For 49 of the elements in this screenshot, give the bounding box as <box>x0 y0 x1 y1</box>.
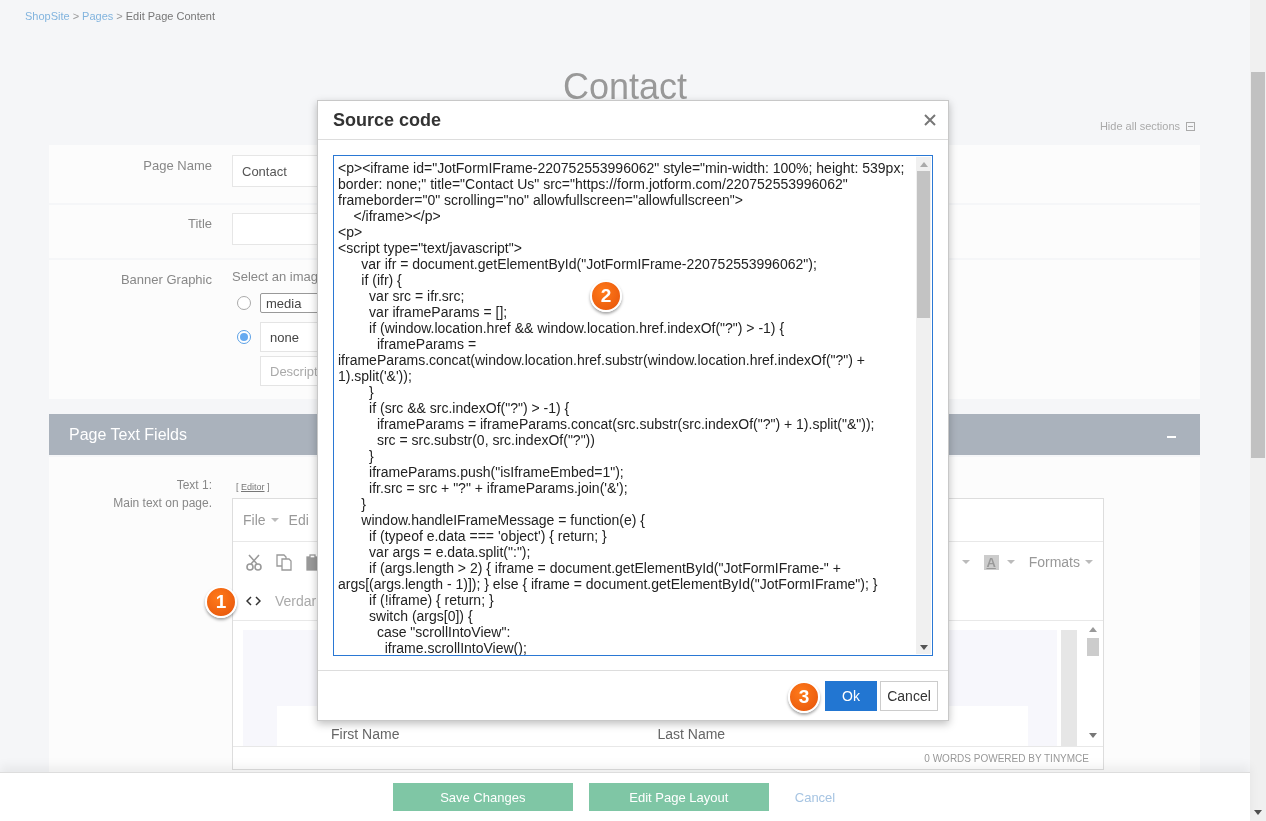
step-badge: 2 <box>590 280 622 312</box>
field-label: Text 1: <box>175 477 212 494</box>
code-line: frameborder="0" scrolling="no" allowfullscreen="allowfullscreen"> <box>338 192 743 208</box>
code-line: <script type="text/javascript"> <box>338 240 522 256</box>
code-line: } <box>368 384 374 400</box>
code-line: iframeParams.push("isIframeEmbed=1"); <box>368 464 624 480</box>
code-line: iframe.scrollIntoView(); <box>383 640 527 655</box>
code-line: args[(args.length - 1)]); } else { iframe = document.getElementById("JotFormIFrame"); } <box>338 576 878 592</box>
code-line: iframeParams.concat(window.location.href.substr(window.location.href.indexOf("?") + <box>338 352 865 368</box>
code-line: iframeParams = <box>375 336 477 352</box>
form-label: Last Name <box>657 726 726 744</box>
code-line: if (typeof e.data === 'object') { return; } <box>368 528 607 544</box>
status-text: 0 WORDS POWERED BY TINYMCE <box>924 752 1089 764</box>
page-title: Contact <box>561 67 689 107</box>
breadcrumb-separator: > <box>72 9 80 23</box>
code-line: border: none;" title="Contact Us" src="https://form.jotform.com/220752553996062" <box>338 176 848 192</box>
code-line: var ifr = document.getElementById("JotFormIFrame-220752553996062"); <box>360 256 817 272</box>
code-line: src = src.substr(0, src.indexOf("?")) <box>375 432 595 448</box>
breadcrumb-separator: > <box>116 9 123 23</box>
field-label: Banner Graphic <box>119 271 212 289</box>
helper-text: Select an imag <box>232 269 318 285</box>
form-label: First Name <box>331 726 400 744</box>
step-badge: 3 <box>788 680 820 713</box>
code-line: case "scrollIntoView": <box>375 624 511 640</box>
helper-text: Main text on page. <box>112 495 212 512</box>
code-line: } <box>360 496 366 512</box>
code-line: 1).split('&')); <box>338 368 412 384</box>
code-line: if (args.length > 2) { iframe = document.getElementById("JotFormIFrame-" + <box>368 560 841 576</box>
code-line: iframeParams = iframeParams.concat(src.substr(src.indexOf("?") + 1).split("&")); <box>375 416 875 432</box>
dialog-title: Source code <box>333 109 442 131</box>
section-title: Page Text Fields <box>69 425 187 444</box>
code-line: if (ifr) { <box>360 272 402 288</box>
code-line: window.handleIFrameMessage = function(e) { <box>360 512 645 528</box>
code-line: var args = e.data.split(":"); <box>368 544 531 560</box>
step-badge: 1 <box>205 586 237 618</box>
code-line: var iframeParams = []; <box>368 304 508 320</box>
code-line: if (window.location.href && window.location.href.indexOf("?") > -1) { <box>368 320 785 336</box>
code-line: ifr.src = src + "?" + iframeParams.join('&'); <box>368 480 628 496</box>
field-label: Title <box>186 215 212 233</box>
code-line: if (src && src.indexOf("?") > -1) { <box>368 400 570 416</box>
code-line: var src = ifr.src; <box>368 288 465 304</box>
breadcrumb-current: Edit Page Content <box>125 9 216 23</box>
code-line: if (!iframe) { return; } <box>368 592 494 608</box>
code-line: } <box>368 448 374 464</box>
code-line: <p> <box>338 224 363 240</box>
code-line: </iframe></p> <box>352 208 441 224</box>
field-label: Page Name <box>142 157 212 175</box>
code-line: switch (args[0]) { <box>368 608 473 624</box>
code-line: <p><iframe id="JotFormIFrame-220752553996062" style="min-width: 100%; height: 539px; <box>338 160 905 176</box>
